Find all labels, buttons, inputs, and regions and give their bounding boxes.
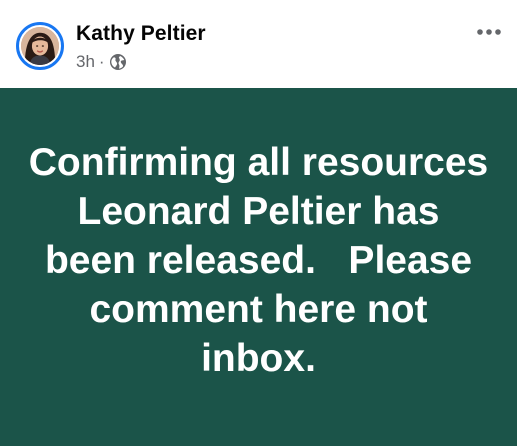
more-horizontal-icon	[477, 29, 501, 35]
post-header: Kathy Peltier 3h ·	[0, 0, 517, 88]
meta-separator: ·	[98, 52, 105, 71]
avatar-photo	[21, 27, 59, 65]
post-timestamp[interactable]: 3h	[76, 52, 95, 72]
globe-icon[interactable]	[109, 53, 127, 71]
author-name[interactable]: Kathy Peltier	[76, 22, 206, 46]
more-options-button[interactable]	[475, 20, 503, 44]
post-content-card: Confirming all resources Leonard Peltier…	[0, 88, 517, 446]
post-meta: 3h ·	[76, 51, 127, 73]
avatar[interactable]	[16, 22, 64, 70]
post-text: Confirming all resources Leonard Peltier…	[28, 140, 500, 380]
